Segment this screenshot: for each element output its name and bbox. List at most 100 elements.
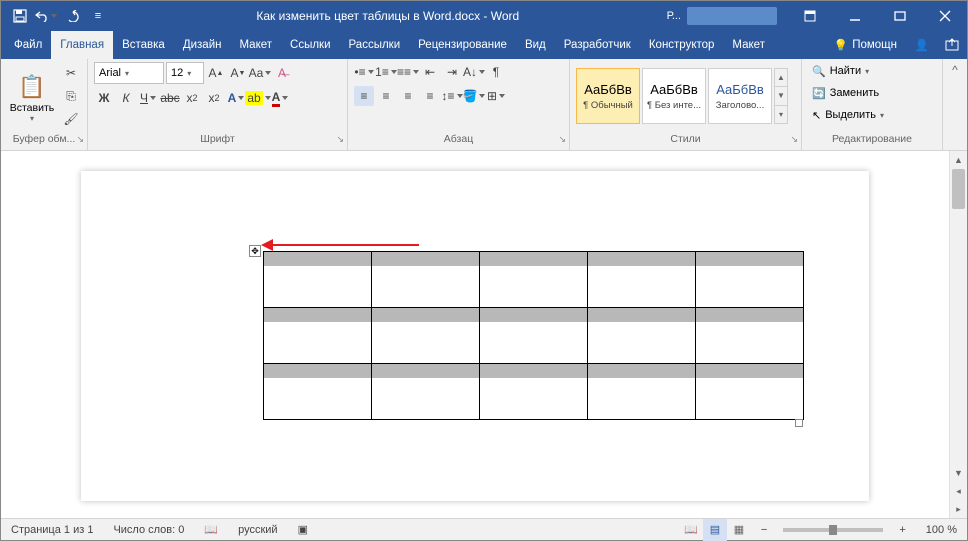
tab-file[interactable]: Файл (5, 31, 51, 59)
shrink-font-button[interactable]: A▼ (228, 63, 248, 83)
zoom-thumb[interactable] (829, 525, 837, 535)
page: ✥ (81, 171, 869, 501)
zoom-out-button[interactable]: − (751, 524, 777, 536)
document-table[interactable] (263, 251, 804, 420)
account-area[interactable] (687, 7, 777, 25)
find-button[interactable]: 🔍Найти▾ (808, 60, 936, 82)
save-button[interactable] (9, 5, 31, 27)
document-area[interactable]: ✥ (1, 151, 949, 518)
bullets-button[interactable]: •≡ (354, 62, 374, 82)
table-row[interactable] (264, 252, 804, 308)
table-row[interactable] (264, 364, 804, 420)
tab-mailings[interactable]: Рассылки (340, 31, 410, 59)
highlight-button[interactable]: ab (248, 88, 268, 108)
format-painter-button[interactable]: 🖌 (61, 109, 81, 129)
ribbon-display-options[interactable] (787, 1, 832, 31)
account-icon[interactable]: 👤 (907, 38, 937, 52)
justify-button[interactable]: ≡ (420, 86, 440, 106)
paragraph-launcher[interactable]: ↘ (558, 134, 566, 145)
collapse-ribbon-button[interactable]: ^ (943, 59, 967, 150)
tab-developer[interactable]: Разработчик (555, 31, 640, 59)
grow-font-button[interactable]: A▲ (206, 63, 226, 83)
page-indicator[interactable]: Страница 1 из 1 (1, 524, 103, 536)
underline-button[interactable]: Ч (138, 88, 158, 108)
scroll-up-button[interactable]: ▲ (950, 151, 967, 169)
superscript-button[interactable]: x2 (204, 88, 224, 108)
multilevel-button[interactable]: ≡≡ (398, 62, 418, 82)
italic-button[interactable]: К (116, 88, 136, 108)
numbering-button[interactable]: 1≡ (376, 62, 396, 82)
cut-button[interactable]: ✂ (61, 63, 81, 83)
minimize-button[interactable] (832, 1, 877, 31)
tab-design[interactable]: Дизайн (174, 31, 231, 59)
table-resize-handle[interactable] (795, 419, 803, 427)
font-family-value: Arial (99, 67, 121, 79)
clipboard-launcher[interactable]: ↘ (76, 134, 84, 145)
tab-references[interactable]: Ссылки (281, 31, 340, 59)
styles-scroll: ▲ ▼ ▾ (774, 68, 788, 124)
scroll-down-button[interactable]: ▼ (950, 464, 967, 482)
font-family-combo[interactable]: Arial▾ (94, 62, 164, 84)
subscript-button[interactable]: x2 (182, 88, 202, 108)
styles-more[interactable]: ▾ (775, 106, 787, 123)
clear-formatting-button[interactable]: A̶ (272, 63, 292, 83)
next-page-button[interactable]: ▸ (950, 500, 967, 518)
style-normal[interactable]: АаБбВв ¶ Обычный (576, 68, 640, 124)
tell-me[interactable]: 💡 Помощн (824, 38, 907, 52)
qat-customize[interactable]: ≡ (87, 5, 109, 27)
tab-table-design[interactable]: Конструктор (640, 31, 724, 59)
align-right-button[interactable]: ≡ (398, 86, 418, 106)
font-color-button[interactable]: A (270, 88, 290, 108)
styles-launcher[interactable]: ↘ (790, 134, 798, 145)
tab-table-layout[interactable]: Макет (723, 31, 774, 59)
zoom-level[interactable]: 100 % (916, 524, 967, 536)
zoom-slider[interactable] (783, 528, 883, 532)
font-launcher[interactable]: ↘ (336, 134, 344, 145)
scroll-thumb[interactable] (952, 169, 965, 209)
align-center-button[interactable]: ≡ (376, 86, 396, 106)
styles-up[interactable]: ▲ (775, 69, 787, 87)
shading-button[interactable]: 🪣 (464, 86, 484, 106)
tab-layout[interactable]: Макет (230, 31, 281, 59)
style-heading1[interactable]: АаБбВв Заголово... (708, 68, 772, 124)
print-layout-button[interactable]: ▤ (703, 519, 727, 541)
line-spacing-button[interactable]: ↕≡ (442, 86, 462, 106)
replace-button[interactable]: 🔄Заменить (808, 82, 936, 104)
web-layout-button[interactable]: ▦ (727, 519, 751, 541)
language-indicator[interactable]: русский (228, 524, 287, 536)
copy-button[interactable]: ⎘ (61, 86, 81, 106)
sort-button[interactable]: A↓ (464, 62, 484, 82)
align-left-button[interactable]: ≡ (354, 86, 374, 106)
spellcheck-button[interactable]: 📖 (194, 523, 228, 536)
show-marks-button[interactable]: ¶ (486, 62, 506, 82)
borders-button[interactable]: ⊞ (486, 86, 506, 106)
text-effects-button[interactable]: A (226, 88, 246, 108)
close-button[interactable] (922, 1, 967, 31)
tab-insert[interactable]: Вставка (113, 31, 174, 59)
macro-recording-button[interactable]: ▣ (288, 523, 318, 536)
styles-down[interactable]: ▼ (775, 87, 787, 105)
vertical-scrollbar[interactable]: ▲ ▼ ◂ ▸ (949, 151, 967, 518)
maximize-button[interactable] (877, 1, 922, 31)
share-button[interactable] (937, 38, 967, 52)
strikethrough-button[interactable]: abc (160, 88, 180, 108)
prev-page-button[interactable]: ◂ (950, 482, 967, 500)
tab-home[interactable]: Главная (51, 31, 113, 59)
table-row[interactable] (264, 308, 804, 364)
undo-button[interactable] (35, 5, 57, 27)
increase-indent-button[interactable]: ⇥ (442, 62, 462, 82)
change-case-button[interactable]: Aa (250, 63, 270, 83)
decrease-indent-button[interactable]: ⇤ (420, 62, 440, 82)
zoom-in-button[interactable]: + (889, 524, 915, 536)
select-button[interactable]: ↖Выделить▾ (808, 104, 936, 126)
bold-button[interactable]: Ж (94, 88, 114, 108)
style-no-spacing[interactable]: АаБбВв ¶ Без инте... (642, 68, 706, 124)
redo-button[interactable] (61, 5, 83, 27)
tab-review[interactable]: Рецензирование (409, 31, 516, 59)
table-move-handle[interactable]: ✥ (249, 245, 261, 257)
paste-button[interactable]: 📋 Вставить ▾ (7, 62, 57, 130)
font-size-combo[interactable]: 12▾ (166, 62, 204, 84)
tab-view[interactable]: Вид (516, 31, 555, 59)
word-count[interactable]: Число слов: 0 (103, 524, 194, 536)
read-mode-button[interactable]: 📖 (679, 519, 703, 541)
